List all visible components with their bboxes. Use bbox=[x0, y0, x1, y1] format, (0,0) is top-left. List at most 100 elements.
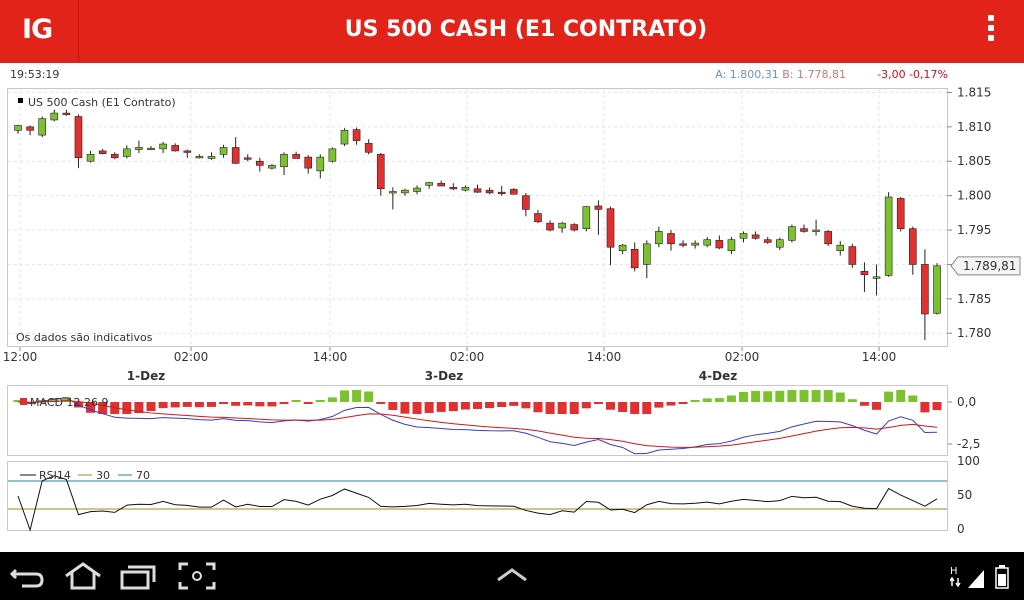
x-tick-label: 02:00 bbox=[725, 350, 760, 364]
date-label-2: 3-Dez bbox=[425, 369, 463, 383]
macd-bar bbox=[799, 390, 809, 402]
macd-bar bbox=[291, 400, 301, 402]
chart-area[interactable]: 1.8151.8101.8051.8001.7951.7901.7851.780… bbox=[0, 85, 1024, 547]
macd-bar bbox=[255, 402, 265, 407]
macd-bar bbox=[400, 402, 410, 414]
rsi-y-tick-100: 100 bbox=[957, 454, 980, 468]
candle-down bbox=[630, 249, 639, 269]
candle-up bbox=[812, 229, 820, 232]
recent-apps-icon[interactable] bbox=[120, 562, 160, 590]
price-y-tick-label: 1.810 bbox=[957, 120, 991, 134]
macd-bar bbox=[364, 391, 374, 402]
candle-up bbox=[195, 156, 204, 159]
candle-up bbox=[50, 112, 59, 121]
candle-down bbox=[449, 187, 458, 190]
candle-down bbox=[800, 228, 808, 232]
candle-up bbox=[582, 206, 591, 229]
macd-bar bbox=[315, 400, 325, 402]
x-tick-label: 14:00 bbox=[313, 350, 348, 364]
time-x-axis: 12:00 02:00 14:00 02:00 14:00 02:00 14:00 bbox=[3, 347, 896, 364]
candle-up bbox=[691, 242, 699, 246]
candle-up bbox=[38, 118, 46, 136]
candle-up bbox=[14, 125, 22, 131]
macd-bar bbox=[448, 402, 458, 412]
candle-down bbox=[909, 228, 917, 265]
candle-down bbox=[715, 240, 724, 249]
candle-down bbox=[509, 189, 518, 195]
price-legend: US 500 Cash (E1 Contrato) bbox=[28, 96, 176, 109]
price-change: -3,00 -0,17% bbox=[877, 68, 948, 81]
candle-down bbox=[376, 154, 385, 190]
candle-up bbox=[739, 233, 748, 239]
macd-bar bbox=[146, 402, 156, 412]
candle-up bbox=[618, 244, 627, 251]
candle-down bbox=[824, 231, 832, 245]
candle-up bbox=[389, 191, 397, 194]
macd-bar bbox=[424, 402, 434, 413]
macd-bar bbox=[763, 391, 773, 402]
rsi-30-legend: 30 bbox=[96, 469, 110, 482]
macd-bar bbox=[714, 398, 724, 402]
date-label-3: 4-Dez bbox=[699, 369, 737, 383]
candle-down bbox=[171, 145, 179, 152]
candle-down bbox=[546, 222, 554, 231]
candle-up bbox=[86, 154, 95, 162]
home-icon[interactable] bbox=[62, 562, 104, 590]
macd-bar bbox=[884, 391, 894, 402]
status-icons: H bbox=[950, 565, 1009, 589]
ig-logo[interactable]: IG bbox=[0, 0, 79, 63]
candle-down bbox=[606, 208, 615, 248]
candle-up bbox=[461, 187, 470, 191]
rsi-70-legend: 70 bbox=[136, 469, 150, 482]
macd-bar bbox=[666, 402, 676, 406]
candle-up bbox=[788, 226, 796, 241]
macd-bar bbox=[690, 400, 700, 402]
overflow-menu-icon[interactable] bbox=[988, 15, 996, 47]
back-icon[interactable] bbox=[8, 562, 48, 590]
macd-bar bbox=[872, 402, 882, 410]
candle-down bbox=[304, 156, 313, 169]
candle-up bbox=[219, 147, 228, 155]
macd-legend-marker bbox=[20, 398, 27, 405]
macd-bar bbox=[787, 390, 797, 402]
battery-fill bbox=[998, 574, 1006, 586]
data-arrows-icon bbox=[950, 576, 961, 588]
rsi-y-tick-0: 0 bbox=[957, 522, 965, 536]
macd-bar bbox=[303, 402, 313, 404]
macd-bar bbox=[460, 402, 470, 410]
macd-bar bbox=[327, 397, 337, 402]
macd-bar bbox=[412, 402, 422, 414]
screenshot-icon[interactable] bbox=[178, 562, 216, 590]
chevron-up-icon[interactable] bbox=[496, 568, 528, 582]
macd-bar bbox=[158, 402, 168, 409]
battery-cap bbox=[999, 565, 1005, 568]
macd-bar bbox=[509, 402, 519, 406]
candle-down bbox=[473, 188, 482, 193]
macd-bar bbox=[618, 402, 628, 412]
date-label-1: 1-Dez bbox=[127, 369, 165, 383]
candle-down bbox=[522, 195, 530, 210]
candle-up bbox=[159, 143, 167, 150]
price-y-tick-label: 1.805 bbox=[957, 154, 991, 168]
macd-bar bbox=[751, 390, 761, 402]
candle-up bbox=[316, 156, 325, 172]
candle-up bbox=[413, 187, 421, 192]
disclaimer: Os dados são indicativos bbox=[16, 331, 153, 344]
x-tick-label: 02:00 bbox=[174, 350, 209, 364]
x-tick-label: 02:00 bbox=[450, 350, 485, 364]
macd-bar bbox=[497, 402, 507, 407]
candle-up bbox=[123, 148, 131, 157]
macd-bar bbox=[775, 390, 785, 402]
macd-bar bbox=[122, 402, 132, 414]
macd-bar bbox=[630, 402, 640, 414]
candle-down bbox=[437, 182, 446, 187]
macd-bar bbox=[388, 402, 398, 410]
price-y-tick-label: 1.800 bbox=[957, 189, 991, 203]
candle-down bbox=[62, 112, 71, 115]
candle-down bbox=[570, 224, 579, 231]
macd-bar bbox=[533, 402, 543, 413]
macd-bar bbox=[726, 395, 736, 402]
macd-bar bbox=[182, 402, 192, 407]
macd-bar bbox=[376, 402, 386, 404]
macd-bar bbox=[243, 402, 253, 406]
